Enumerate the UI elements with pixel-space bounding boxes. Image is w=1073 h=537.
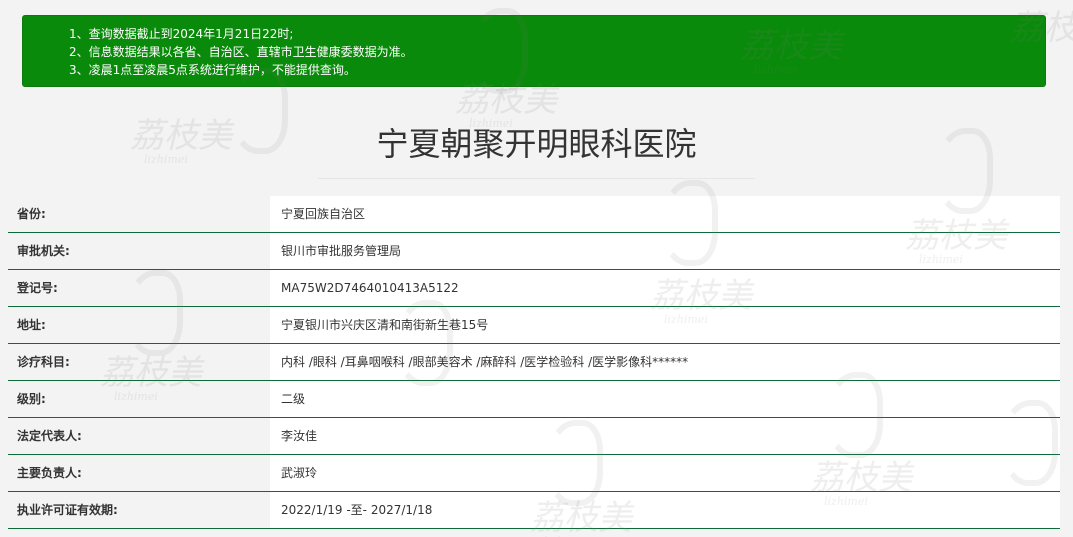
hospital-info-table: 省份: 宁夏回族自治区 审批机关: 银川市审批服务管理局 登记号: MA75W2…	[8, 196, 1060, 529]
row-label: 执业许可证有效期:	[8, 492, 270, 528]
row-value: 武淑玲	[270, 455, 1060, 491]
notice-banner: 1、查询数据截止到2024年1月21日22时; 2、信息数据结果以各省、自治区、…	[22, 15, 1046, 87]
table-row-level: 级别: 二级	[8, 381, 1060, 418]
row-label: 审批机关:	[8, 233, 270, 269]
row-value: 内科 /眼科 /耳鼻咽喉科 /眼部美容术 /麻醉科 /医学检验科 /医学影像科*…	[270, 344, 1060, 380]
row-label: 登记号:	[8, 270, 270, 306]
row-value: 2022/1/19 -至- 2027/1/18	[270, 492, 1060, 528]
title-divider	[318, 178, 755, 179]
page-title: 宁夏朝聚开明眼科医院	[376, 125, 697, 163]
table-row-province: 省份: 宁夏回族自治区	[8, 196, 1060, 233]
row-value: 银川市审批服务管理局	[270, 233, 1060, 269]
table-row-approval-authority: 审批机关: 银川市审批服务管理局	[8, 233, 1060, 270]
row-value: MA75W2D7464010413A5122	[270, 270, 1060, 306]
row-value: 宁夏回族自治区	[270, 196, 1060, 232]
table-row-legal-representative: 法定代表人: 李汝佳	[8, 418, 1060, 455]
table-row-departments: 诊疗科目: 内科 /眼科 /耳鼻咽喉科 /眼部美容术 /麻醉科 /医学检验科 /…	[8, 344, 1060, 381]
row-label: 地址:	[8, 307, 270, 343]
table-row-registration-number: 登记号: MA75W2D7464010413A5122	[8, 270, 1060, 307]
row-label: 主要负责人:	[8, 455, 270, 491]
row-value: 宁夏银川市兴庆区清和南街新生巷15号	[270, 307, 1060, 343]
row-label: 省份:	[8, 196, 270, 232]
row-value: 李汝佳	[270, 418, 1060, 454]
notice-line-2: 2、信息数据结果以各省、自治区、直辖市卫生健康委数据为准。	[69, 45, 413, 59]
notice-line-3: 3、凌晨1点至凌晨5点系统进行维护，不能提供查询。	[69, 63, 356, 77]
row-value: 二级	[270, 381, 1060, 417]
table-row-license-validity: 执业许可证有效期: 2022/1/19 -至- 2027/1/18	[8, 492, 1060, 529]
row-label: 诊疗科目:	[8, 344, 270, 380]
table-row-address: 地址: 宁夏银川市兴庆区清和南街新生巷15号	[8, 307, 1060, 344]
notice-line-1: 1、查询数据截止到2024年1月21日22时;	[69, 27, 294, 41]
row-label: 级别:	[8, 381, 270, 417]
table-row-principal: 主要负责人: 武淑玲	[8, 455, 1060, 492]
row-label: 法定代表人:	[8, 418, 270, 454]
